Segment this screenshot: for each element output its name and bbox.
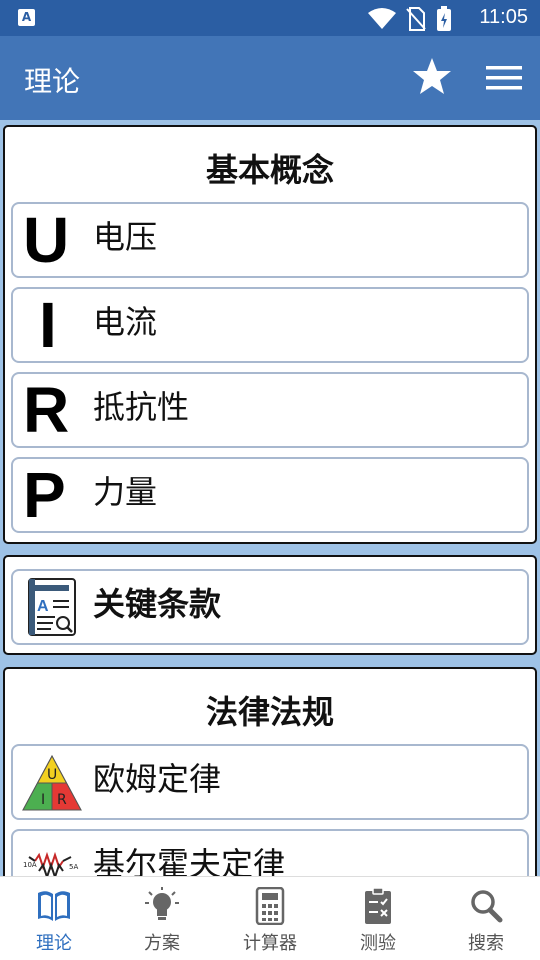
- nav-label: 方案: [144, 933, 180, 954]
- nav-search[interactable]: 搜索: [432, 877, 540, 960]
- app-bar: 理论: [0, 36, 540, 120]
- kirchhoff-circuit-icon: 10A 5A: [23, 851, 78, 876]
- concept-label: 电流: [93, 303, 158, 341]
- status-bar: A 11:05: [0, 0, 540, 36]
- resistance-symbol: R: [23, 374, 70, 446]
- law-label: 基尔霍夫定律: [93, 845, 286, 876]
- nav-label: 理论: [36, 933, 72, 954]
- basic-concepts-card: 基本概念 U 电压 I 电流 R 抵抗性 P 力量: [3, 125, 537, 544]
- concept-label: 力量: [93, 473, 158, 511]
- star-icon[interactable]: [412, 56, 452, 96]
- key-terms-label: 关键条款: [93, 585, 222, 623]
- app-notification-icon: A: [18, 9, 35, 26]
- lightbulb-icon: [145, 887, 179, 920]
- concept-resistance[interactable]: R 抵抗性: [11, 372, 529, 448]
- quiz-clipboard-icon: [365, 887, 391, 924]
- power-symbol: P: [23, 459, 66, 531]
- wifi-icon: [368, 8, 396, 29]
- glossary-book-icon: A: [28, 578, 76, 636]
- svg-text:10A: 10A: [23, 861, 37, 869]
- svg-text:5A: 5A: [69, 863, 78, 871]
- no-sim-icon: [406, 7, 426, 31]
- bottom-navigation: 理论 方案 计算器 测验 搜索: [0, 876, 540, 960]
- key-terms-item[interactable]: A 关键条款: [11, 569, 529, 645]
- nav-theory[interactable]: 理论: [0, 877, 108, 960]
- menu-icon[interactable]: [486, 64, 522, 92]
- law-kirchhoff[interactable]: 10A 5A 基尔霍夫定律: [11, 829, 529, 876]
- nav-label: 计算器: [243, 933, 297, 954]
- ohms-law-triangle-icon: U I R: [22, 754, 82, 811]
- nav-solutions[interactable]: 方案: [108, 877, 216, 960]
- svg-text:R: R: [57, 792, 67, 808]
- concept-power[interactable]: P 力量: [11, 457, 529, 533]
- nav-calculator[interactable]: 计算器: [216, 877, 324, 960]
- svg-text:A: A: [37, 598, 49, 615]
- key-terms-card: A 关键条款: [3, 555, 537, 655]
- page-title: 理论: [24, 65, 81, 98]
- current-symbol: I: [39, 289, 57, 361]
- nav-label: 搜索: [468, 933, 504, 954]
- content-area[interactable]: 基本概念 U 电压 I 电流 R 抵抗性 P 力量 A 关键条款 法律法规 U …: [0, 120, 540, 876]
- book-icon: [38, 891, 70, 921]
- nav-label: 测验: [360, 933, 396, 954]
- svg-text:I: I: [41, 792, 45, 808]
- clock: 11:05: [479, 6, 528, 28]
- battery-charging-icon: [437, 6, 451, 31]
- concept-voltage[interactable]: U 电压: [11, 202, 529, 278]
- status-icons: [368, 6, 452, 32]
- calculator-icon: [255, 887, 285, 925]
- laws-card: 法律法规 U I R 欧姆定律 10A 5A 基尔霍夫定律: [3, 667, 537, 876]
- nav-quiz[interactable]: 测验: [324, 877, 432, 960]
- concept-label: 抵抗性: [93, 388, 190, 426]
- law-ohms[interactable]: U I R 欧姆定律: [11, 744, 529, 820]
- section-title-laws: 法律法规: [205, 693, 334, 731]
- section-title-basic: 基本概念: [205, 151, 334, 189]
- voltage-symbol: U: [23, 204, 70, 276]
- law-label: 欧姆定律: [93, 760, 222, 798]
- search-icon: [471, 890, 503, 923]
- svg-text:U: U: [47, 767, 57, 783]
- concept-label: 电压: [93, 218, 158, 256]
- concept-current[interactable]: I 电流: [11, 287, 529, 363]
